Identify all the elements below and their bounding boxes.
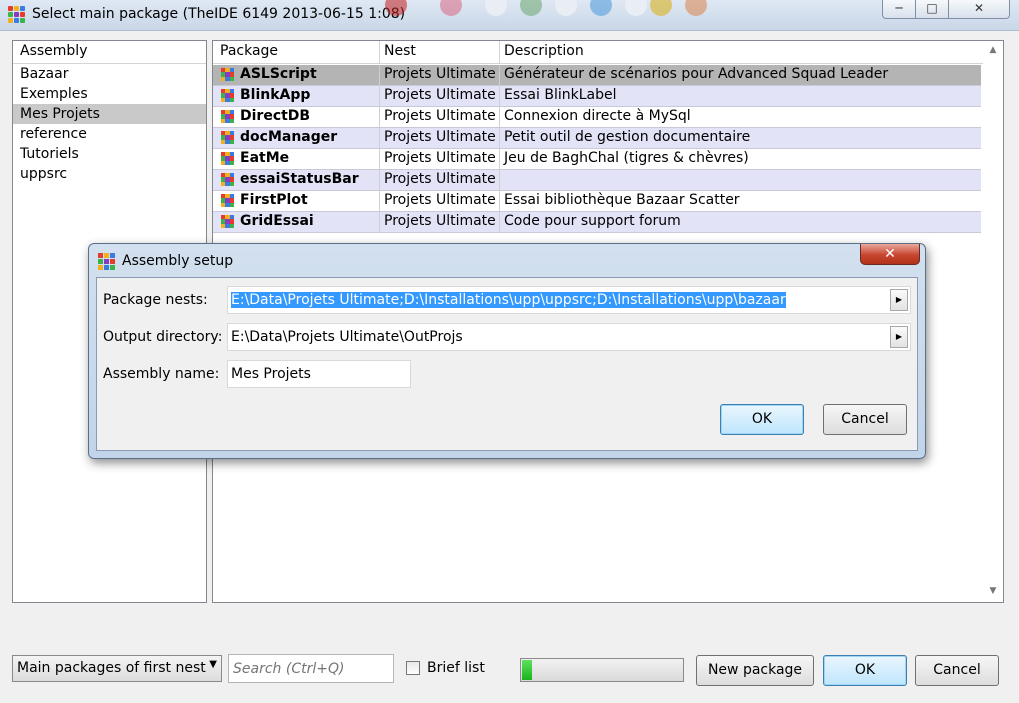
package-description: Connexion directe à MySql xyxy=(504,108,691,124)
package-row[interactable]: docManager Projets Ultimate Petit outil de… xyxy=(213,128,981,149)
nest-filter-value: Main packages of first nest xyxy=(17,660,206,676)
description-column-header[interactable]: Description xyxy=(504,43,584,59)
package-nest: Projets Ultimate xyxy=(384,129,496,145)
package-row[interactable]: GridEssai Projets Ultimate Code pour suppo… xyxy=(213,212,981,233)
assembly-item-reference[interactable]: reference xyxy=(13,124,206,144)
chevron-down-icon: ▼ xyxy=(209,659,217,670)
output-directory-label: Output directory: xyxy=(103,329,223,345)
brief-list-checkbox[interactable] xyxy=(406,661,420,675)
package-icon xyxy=(221,89,234,102)
progress-fill xyxy=(522,660,532,680)
assembly-item-bazaar[interactable]: Bazaar xyxy=(13,64,206,84)
package-nest: Projets Ultimate xyxy=(384,150,496,166)
package-table-header: Package Nest Description xyxy=(213,41,983,64)
package-nests-label: Package nests: xyxy=(103,292,208,308)
package-description: Générateur de scénarios pour Advanced Sq… xyxy=(504,66,889,82)
title-bar[interactable]: Select main package (TheIDE 6149 2013-06… xyxy=(0,0,1019,31)
package-icon xyxy=(221,131,234,144)
assembly-name-field[interactable]: Mes Projets xyxy=(227,360,411,388)
package-nest: Projets Ultimate xyxy=(384,192,496,208)
cancel-button[interactable]: Cancel xyxy=(915,655,999,686)
package-name: EatMe xyxy=(240,150,290,166)
assembly-name-label: Assembly name: xyxy=(103,366,220,382)
package-column-header[interactable]: Package xyxy=(220,43,278,59)
dialog-body: Package nests: E:\Data\Projets Ultimate;… xyxy=(96,277,918,451)
dialog-ok-button[interactable]: OK xyxy=(720,404,804,435)
assembly-item-tutoriels[interactable]: Tutoriels xyxy=(13,144,206,164)
package-nest: Projets Ultimate xyxy=(384,213,496,229)
desktop-background-icons xyxy=(385,0,745,18)
ok-button[interactable]: OK xyxy=(823,655,907,686)
chevron-right-icon[interactable]: ▶ xyxy=(890,326,908,348)
close-button[interactable]: ✕ xyxy=(948,0,1010,19)
package-icon xyxy=(221,215,234,228)
package-nests-field[interactable]: E:\Data\Projets Ultimate;D:\Installation… xyxy=(227,286,911,314)
package-description: Code pour support forum xyxy=(504,213,681,229)
window-title: Select main package (TheIDE 6149 2013-06… xyxy=(32,6,406,22)
minimize-button[interactable]: ─ xyxy=(882,0,916,19)
dialog-cancel-button[interactable]: Cancel xyxy=(823,404,907,435)
package-name: FirstPlot xyxy=(240,192,308,208)
assembly-item-uppsrc[interactable]: uppsrc xyxy=(13,164,206,184)
package-nest: Projets Ultimate xyxy=(384,66,496,82)
theide-app-icon xyxy=(8,6,25,23)
output-directory-field[interactable]: E:\Data\Projets Ultimate\OutProjs ▶ xyxy=(227,323,911,351)
package-description: Jeu de BaghChal (tigres & chèvres) xyxy=(504,150,749,166)
scroll-down-arrow-icon[interactable]: ▼ xyxy=(985,584,1001,598)
package-icon xyxy=(221,173,234,186)
nest-column-header[interactable]: Nest xyxy=(384,43,416,59)
package-name: BlinkApp xyxy=(240,87,311,103)
package-icon xyxy=(221,194,234,207)
package-row[interactable]: FirstPlot Projets Ultimate Essai bibliothè… xyxy=(213,191,981,212)
new-package-button[interactable]: New package xyxy=(696,655,814,686)
package-icon xyxy=(221,68,234,81)
package-row[interactable]: ASLScript Projets Ultimate Générateur de s… xyxy=(213,65,981,86)
package-nest: Projets Ultimate xyxy=(384,87,496,103)
theide-app-icon xyxy=(98,253,115,270)
package-icon xyxy=(221,152,234,165)
assembly-column-header[interactable]: Assembly xyxy=(13,41,206,64)
package-nest: Projets Ultimate xyxy=(384,171,496,187)
package-icon xyxy=(221,110,234,123)
assembly-item-exemples[interactable]: Exemples xyxy=(13,84,206,104)
bottom-bar: Main packages of first nest ▼ Brief list… xyxy=(0,645,1019,703)
package-description: Essai BlinkLabel xyxy=(504,87,617,103)
package-row[interactable]: DirectDB Projets Ultimate Connexion direct… xyxy=(213,107,981,128)
package-name: essaiStatusBar xyxy=(240,171,359,187)
nest-filter-select[interactable]: Main packages of first nest ▼ xyxy=(12,655,222,682)
package-row[interactable]: BlinkApp Projets Ultimate Essai BlinkLabel xyxy=(213,86,981,107)
package-nests-value: E:\Data\Projets Ultimate;D:\Installation… xyxy=(231,292,786,308)
package-name: GridEssai xyxy=(240,213,314,229)
progress-bar xyxy=(520,658,684,682)
package-row[interactable]: EatMe Projets Ultimate Jeu de BaghChal (ti… xyxy=(213,149,981,170)
dialog-close-button[interactable]: ✕ xyxy=(860,244,920,265)
search-input[interactable] xyxy=(228,654,394,683)
maximize-button[interactable]: □ xyxy=(915,0,949,19)
package-name: DirectDB xyxy=(240,108,311,124)
chevron-right-icon[interactable]: ▶ xyxy=(890,289,908,311)
package-nest: Projets Ultimate xyxy=(384,108,496,124)
brief-list-label[interactable]: Brief list xyxy=(427,660,485,676)
package-name: ASLScript xyxy=(240,66,317,82)
dialog-title: Assembly setup xyxy=(122,253,234,269)
assembly-name-value: Mes Projets xyxy=(231,366,311,382)
package-name: docManager xyxy=(240,129,338,145)
assembly-setup-dialog: Assembly setup ✕ Package nests: E:\Data\… xyxy=(88,243,926,459)
package-description: Essai bibliothèque Bazaar Scatter xyxy=(504,192,740,208)
package-row[interactable]: essaiStatusBar Projets Ultimate xyxy=(213,170,981,191)
package-description: Petit outil de gestion documentaire xyxy=(504,129,751,145)
output-directory-value: E:\Data\Projets Ultimate\OutProjs xyxy=(231,329,463,345)
package-rows: ASLScript Projets Ultimate Générateur de s… xyxy=(213,65,981,233)
scroll-up-arrow-icon[interactable]: ▲ xyxy=(985,43,1001,57)
assembly-item-mes-projets[interactable]: Mes Projets xyxy=(13,104,206,124)
